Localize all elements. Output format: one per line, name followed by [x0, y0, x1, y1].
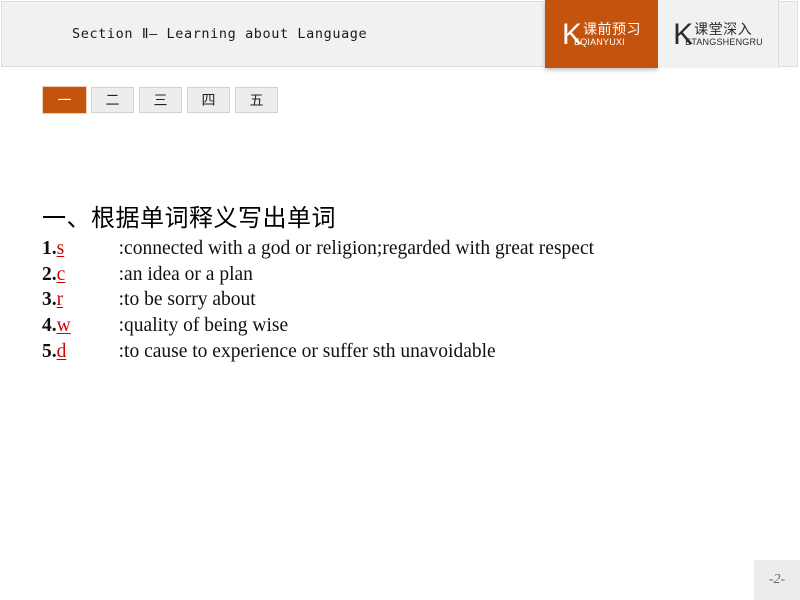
item-number: 4.: [42, 315, 57, 336]
answer-blank[interactable]: w: [57, 313, 119, 339]
module-tab-label-cn: 课前预习: [583, 21, 641, 38]
section-tab-3[interactable]: 三: [139, 87, 182, 113]
answer-blank[interactable]: c: [57, 262, 119, 288]
module-tab-group: K 课前预习 EQIANYUXI K 课堂深入 ETANGSHENGRU: [545, 0, 779, 68]
section-tab-group: 一 二 三 四 五: [43, 87, 278, 113]
exercise-heading: 一、根据单词释义写出单词: [42, 205, 336, 232]
page-number-badge: -2-: [754, 560, 800, 600]
module-tab-label-pinyin: ETANGSHENGRU: [685, 37, 763, 48]
module-tab-label-pinyin: EQIANYUXI: [574, 37, 625, 48]
page-title: Section Ⅱ— Learning about Language: [72, 26, 368, 42]
item-definition: :to cause to experience or suffer sth un…: [118, 340, 496, 362]
item-definition: :to be sorry about: [118, 289, 256, 311]
item-number: 2.: [42, 263, 57, 285]
item-number: 5.: [42, 340, 57, 362]
exercise-content: 一、根据单词释义写出单词 1.s:connected with a god or…: [42, 205, 762, 364]
answer-blank[interactable]: r: [57, 287, 119, 313]
list-item: 4.w:quality of being wise: [42, 313, 762, 339]
list-item: 3.r:to be sorry about: [42, 287, 762, 313]
item-number: 3.: [42, 289, 57, 311]
answer-blank[interactable]: s: [57, 236, 119, 262]
section-tab-1[interactable]: 一: [43, 87, 86, 113]
section-tab-5[interactable]: 五: [235, 87, 278, 113]
list-item: 1.s:connected with a god or religion;reg…: [42, 236, 762, 262]
module-tab-ketangshengru[interactable]: K 课堂深入 ETANGSHENGRU: [658, 0, 779, 68]
item-definition: :connected with a god or religion;regard…: [118, 237, 595, 259]
item-definition: :quality of being wise: [118, 315, 289, 336]
item-definition: :an idea or a plan: [118, 263, 253, 285]
module-tab-label-cn: 课堂深入: [694, 21, 753, 38]
list-item: 2.c:an idea or a plan: [42, 262, 762, 288]
item-number: 1.: [42, 237, 57, 259]
list-item: 5.d:to cause to experience or suffer sth…: [42, 339, 762, 365]
question-list: 1.s:connected with a god or religion;reg…: [42, 236, 762, 365]
section-tab-4[interactable]: 四: [187, 87, 230, 113]
module-tab-keqianyuxi[interactable]: K 课前预习 EQIANYUXI: [545, 0, 658, 68]
answer-blank[interactable]: d: [57, 339, 119, 365]
section-tab-2[interactable]: 二: [91, 87, 134, 113]
